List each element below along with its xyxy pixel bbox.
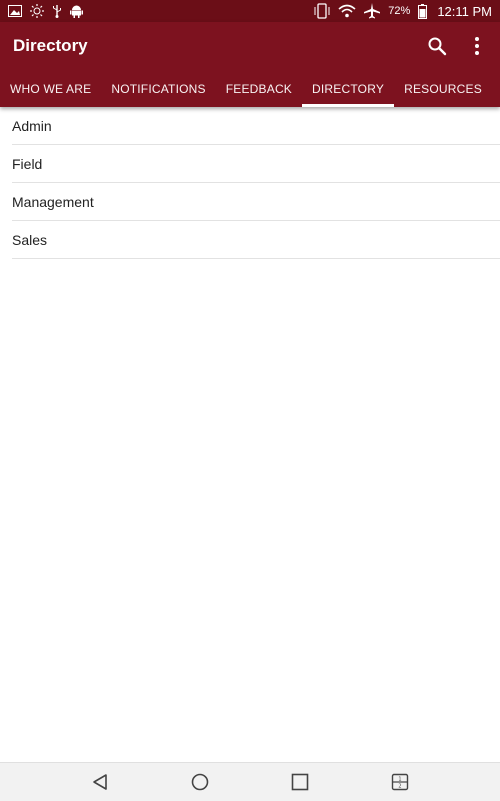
svg-text:1: 1 <box>398 777 401 783</box>
tab-label: RESOURCES <box>404 81 482 96</box>
status-bar: 72% 12:11 PM <box>0 0 500 22</box>
list-item-management[interactable]: Management <box>12 183 500 221</box>
tab-bar: WHO WE ARE NOTIFICATIONS FEEDBACK DIRECT… <box>0 70 500 107</box>
dual-window-icon: 12 <box>391 773 409 791</box>
status-icons-right: 72% 12:11 PM <box>314 3 492 19</box>
tab-resources[interactable]: RESOURCES <box>394 70 492 107</box>
list-item-field[interactable]: Field <box>12 145 500 183</box>
more-options-button[interactable] <box>466 35 488 57</box>
tab-who-we-are[interactable]: WHO WE ARE <box>0 70 101 107</box>
brightness-icon <box>30 3 44 19</box>
tab-notifications[interactable]: NOTIFICATIONS <box>101 70 215 107</box>
more-vert-icon <box>475 37 479 55</box>
app-title: Directory <box>13 36 88 55</box>
tab-label: FEEDBACK <box>225 81 293 96</box>
tab-label: WHO WE ARE <box>10 81 92 96</box>
tab-label: DIRECTORY <box>312 81 385 96</box>
clock: 12:11 PM <box>437 3 492 19</box>
tab-label: NOTIFICATIONS <box>111 81 206 96</box>
airplane-icon <box>364 3 381 19</box>
list-item-admin[interactable]: Admin <box>12 107 500 145</box>
home-icon <box>191 773 209 791</box>
list-item-sales[interactable]: Sales <box>12 221 500 259</box>
search-icon <box>428 37 447 56</box>
svg-text:2: 2 <box>398 784 401 790</box>
back-button[interactable] <box>50 763 150 801</box>
toolbar: Directory <box>0 22 500 70</box>
phone-rotate-icon <box>314 3 330 19</box>
toolbar-actions <box>426 35 488 57</box>
wifi-icon <box>338 3 356 19</box>
back-icon <box>93 774 107 790</box>
android-icon <box>70 3 83 19</box>
battery-percent: 72% <box>388 5 411 17</box>
usb-icon <box>52 3 62 19</box>
search-button[interactable] <box>426 35 448 57</box>
directory-list: Admin Field Management Sales <box>0 107 500 259</box>
home-button[interactable] <box>150 763 250 801</box>
dual-window-button[interactable]: 12 <box>350 763 450 801</box>
image-icon <box>8 3 22 19</box>
tab-directory[interactable]: DIRECTORY <box>302 70 395 107</box>
navigation-bar: 12 <box>0 762 500 801</box>
app-bar: Directory WHO WE ARE NOTIFICATIONS FEEDB… <box>0 22 500 107</box>
battery-icon <box>418 3 428 19</box>
recents-icon <box>291 773 309 791</box>
status-icons-left <box>8 3 83 19</box>
recents-button[interactable] <box>250 763 350 801</box>
tab-feedback[interactable]: FEEDBACK <box>216 70 302 107</box>
